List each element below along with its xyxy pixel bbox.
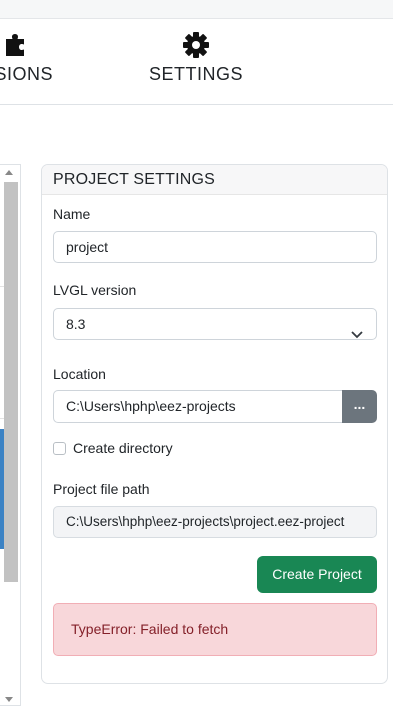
- gear-icon: [182, 31, 210, 59]
- top-navbar: NSIONS SETTINGS: [0, 19, 393, 105]
- project-file-path-field: C:\Users\hphp\eez-projects\project.eez-p…: [53, 506, 377, 538]
- chevron-down-icon: [351, 319, 363, 349]
- name-label: Name: [53, 206, 91, 222]
- project-file-path-label: Project file path: [53, 481, 150, 497]
- location-input-group: C:\Users\hphp\eez-projects ...: [53, 390, 377, 423]
- puzzle-icon: [3, 31, 31, 59]
- name-input[interactable]: project: [53, 231, 377, 263]
- nav-settings-label: SETTINGS: [148, 64, 243, 84]
- list-divider: [0, 418, 4, 419]
- list-divider: [0, 286, 4, 287]
- error-alert: TypeError: Failed to fetch: [53, 603, 377, 656]
- create-project-button[interactable]: Create Project: [257, 556, 377, 593]
- browse-button[interactable]: ...: [342, 390, 377, 423]
- nav-extensions[interactable]: NSIONS: [0, 19, 72, 105]
- create-directory-checkbox[interactable]: [53, 442, 66, 455]
- template-list-panel[interactable]: [0, 164, 21, 706]
- nav-settings[interactable]: SETTINGS: [146, 19, 246, 105]
- location-input[interactable]: C:\Users\hphp\eez-projects: [53, 390, 343, 423]
- card-title: PROJECT SETTINGS: [42, 165, 387, 195]
- lvgl-version-value: 8.3: [66, 316, 86, 332]
- scrollbar-thumb[interactable]: [4, 182, 18, 582]
- selected-list-item[interactable]: [0, 429, 4, 549]
- lvgl-version-select[interactable]: 8.3: [53, 308, 377, 340]
- location-label: Location: [53, 366, 106, 382]
- scroll-down-arrow-icon[interactable]: [5, 697, 13, 702]
- scroll-up-arrow-icon[interactable]: [5, 170, 13, 175]
- lvgl-version-label: LVGL version: [53, 282, 137, 298]
- project-settings-card: PROJECT SETTINGS Name project LVGL versi…: [41, 164, 388, 684]
- window-top-strip: [0, 0, 393, 19]
- nav-extensions-label: NSIONS: [0, 64, 53, 84]
- create-directory-label[interactable]: Create directory: [73, 440, 173, 456]
